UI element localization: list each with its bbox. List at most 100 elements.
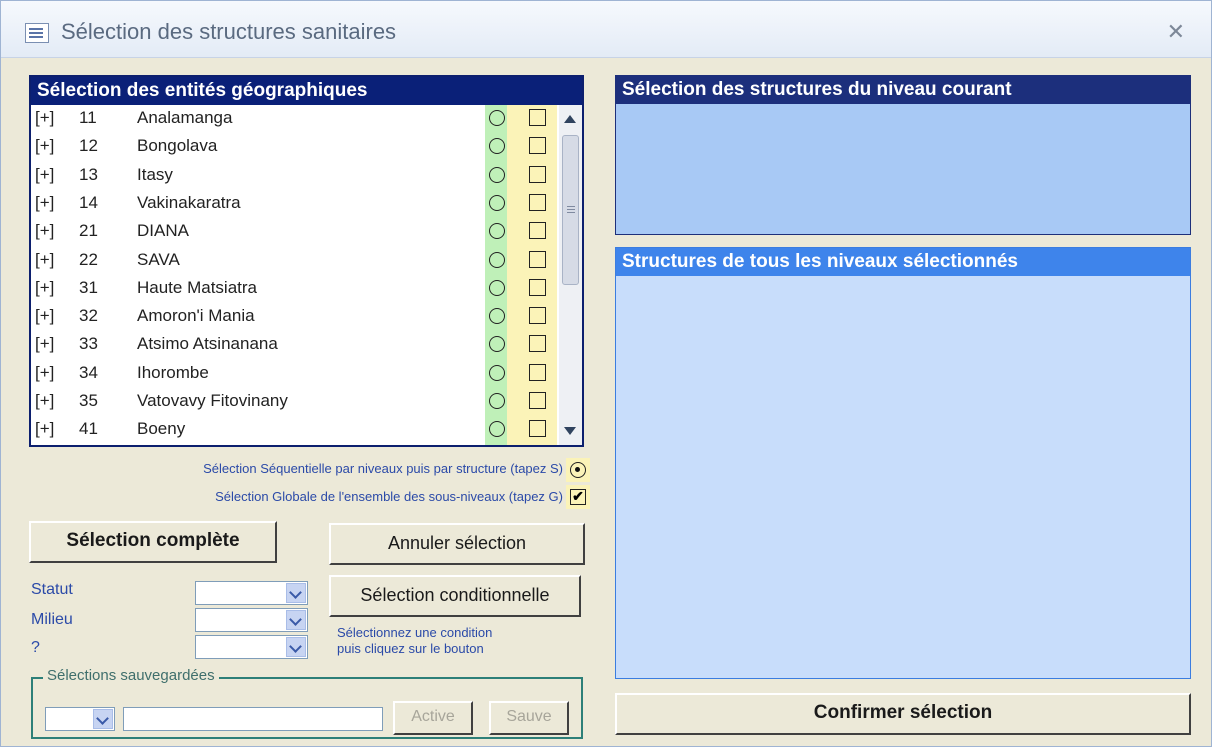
entity-radio[interactable] [489,279,505,296]
list-item[interactable]: [+] 35 Vatovavy Fitovinany [31,388,582,417]
expand-toggle[interactable]: [+] [35,250,54,270]
hint-line-2: puis cliquez sur le bouton [337,641,484,656]
list-item[interactable]: [+] 13 Itasy [31,162,582,191]
expand-toggle[interactable]: [+] [35,136,54,156]
saved-selection-name-input[interactable] [123,707,383,731]
entity-code: 35 [79,391,98,410]
entity-checkbox[interactable] [529,137,546,155]
expand-toggle[interactable]: [+] [35,278,54,298]
expand-toggle[interactable]: [+] [35,193,54,213]
list-item[interactable]: [+] 14 Vakinakaratra [31,190,582,219]
expand-toggle[interactable]: [+] [35,363,54,383]
entity-checkbox[interactable] [529,420,546,438]
global-option-cell: ✔ [566,485,590,509]
expand-toggle[interactable]: [+] [35,334,54,354]
entity-code: 12 [79,136,98,156]
geo-entities-list: [+] 11 Analamanga [+] 12 Bongolava [+] 1… [31,105,582,445]
window-title: Sélection des structures sanitaires [61,19,397,44]
geo-entities-panel: Sélection des entités géographiques [+] … [29,75,584,447]
entity-radio[interactable] [489,194,505,211]
saved-selections-legend: Sélections sauvegardées [43,667,219,684]
entity-label: Amoron'i Mania [137,306,255,326]
entity-checkbox[interactable] [529,250,546,268]
entity-code: 33 [79,334,98,354]
entity-label: Bongolava [137,136,218,156]
saved-selection-combo[interactable] [45,707,115,731]
form-icon [25,23,49,43]
entity-code: 34 [79,362,98,382]
all-levels-panel[interactable]: Structures de tous les niveaux sélection… [615,247,1191,679]
entity-label: Vakinakaratra [137,192,241,212]
expand-toggle[interactable]: [+] [35,391,54,411]
current-level-panel[interactable]: Sélection des structures du niveau coura… [615,75,1191,235]
list-item[interactable]: [+] 11 Analamanga [31,105,582,134]
chevron-down-icon[interactable] [286,637,306,657]
list-item[interactable]: [+] 22 SAVA [31,247,582,276]
entity-radio[interactable] [489,336,505,353]
expand-toggle[interactable]: [+] [35,165,54,185]
vertical-scrollbar[interactable] [559,105,582,445]
entity-checkbox[interactable] [529,222,546,240]
chevron-down-icon[interactable] [286,583,306,603]
expand-toggle[interactable]: [+] [35,221,54,241]
entity-checkbox[interactable] [529,307,546,325]
chevron-down-icon[interactable] [93,709,113,729]
entity-checkbox[interactable] [529,193,546,211]
chevron-down-icon[interactable] [286,610,306,630]
entity-label: Atsimo Atsinanana [137,334,278,354]
statut-combo[interactable] [195,581,308,605]
close-icon[interactable]: ✕ [1167,19,1185,45]
list-item[interactable]: [+] 34 Ihorombe [31,360,582,389]
entity-radio[interactable] [489,421,505,438]
expand-toggle[interactable]: [+] [35,306,54,326]
select-all-button[interactable]: Sélection complète [29,521,277,563]
other-filter-combo[interactable] [195,635,308,659]
entity-checkbox[interactable] [529,109,546,126]
grip-icon [567,206,575,207]
list-item[interactable]: [+] 12 Bongolava [31,133,582,162]
global-checkbox[interactable]: ✔ [570,489,586,505]
entity-label: SAVA [137,249,180,269]
all-levels-header: Structures de tous les niveaux sélection… [616,248,1190,276]
expand-toggle[interactable]: [+] [35,419,54,439]
milieu-combo[interactable] [195,608,308,632]
list-item[interactable]: [+] 33 Atsimo Atsinanana [31,331,582,360]
confirm-selection-button[interactable]: Confirmer sélection [615,693,1191,735]
entity-label: Boeny [137,419,186,439]
saved-selections-group: Sélections sauvegardées Active Sauve [31,667,583,739]
scroll-up-icon[interactable] [564,115,576,123]
list-item[interactable]: [+] 32 Amoron'i Mania [31,303,582,332]
entity-radio[interactable] [489,166,505,183]
list-item[interactable]: [+] 31 Haute Matsiatra [31,275,582,304]
entity-checkbox[interactable] [529,335,546,353]
entity-label: DIANA [137,221,189,241]
expand-toggle[interactable]: [+] [35,108,54,128]
activate-button[interactable]: Active [393,701,473,735]
entity-radio[interactable] [489,251,505,268]
scroll-down-icon[interactable] [564,427,576,435]
scroll-thumb[interactable] [562,135,579,285]
entity-radio[interactable] [489,110,505,126]
sequential-radio[interactable] [570,462,586,478]
list-item[interactable]: [+] 41 Boeny [31,416,582,445]
entity-radio[interactable] [489,138,505,155]
entity-label: Vatovavy Fitovinany [137,391,288,410]
entity-radio[interactable] [489,308,505,325]
entity-checkbox[interactable] [529,278,546,296]
entity-radio[interactable] [489,364,505,381]
cancel-selection-button[interactable]: Annuler sélection [329,523,585,565]
entity-checkbox[interactable] [529,165,546,183]
conditional-selection-button[interactable]: Sélection conditionnelle [329,575,581,617]
list-item[interactable]: [+] 21 DIANA [31,218,582,247]
radio-dot-icon [575,467,580,472]
entity-radio[interactable] [489,223,505,240]
entity-checkbox[interactable] [529,363,546,381]
entity-label: Haute Matsiatra [137,277,257,297]
global-option-label: Sélection Globale de l'ensemble des sous… [215,489,563,504]
entity-code: 41 [79,419,98,439]
save-button[interactable]: Sauve [489,701,569,735]
entity-checkbox[interactable] [529,392,546,409]
sequential-option-label: Sélection Séquentielle par niveaux puis … [203,461,563,476]
entity-code: 22 [79,249,98,269]
entity-radio[interactable] [489,393,505,409]
